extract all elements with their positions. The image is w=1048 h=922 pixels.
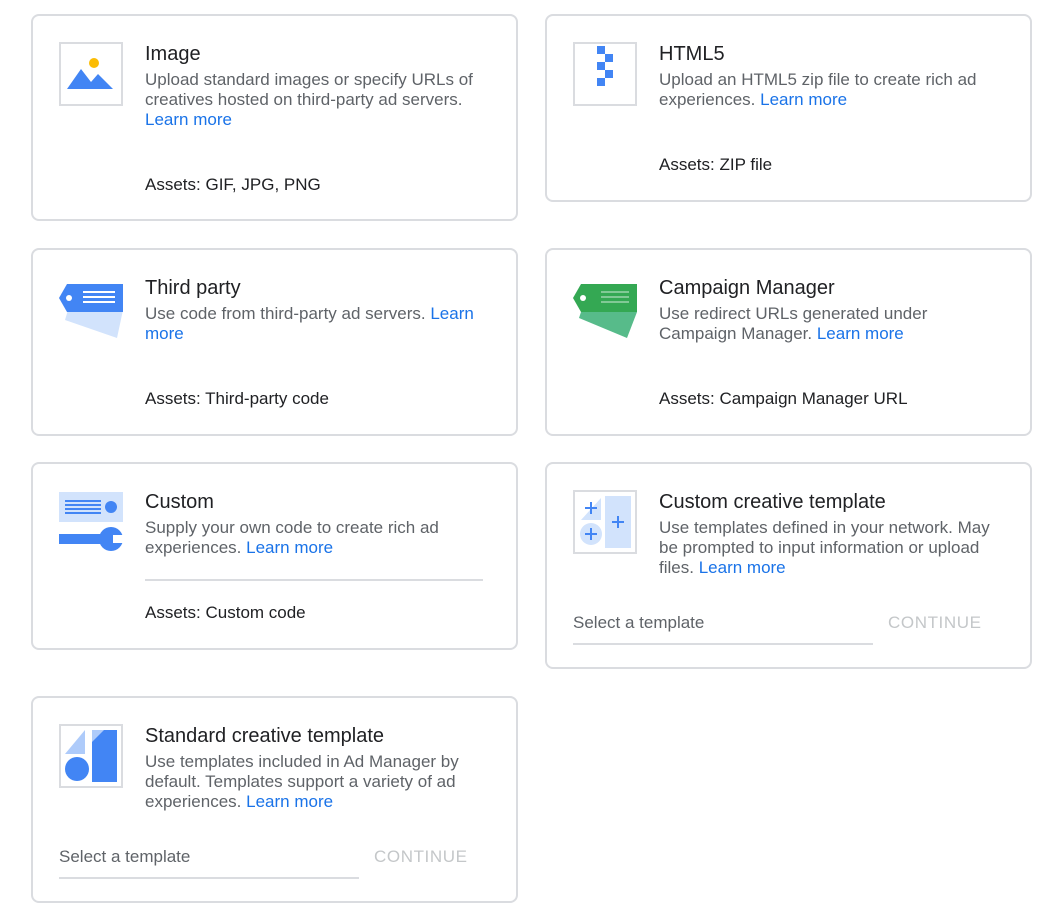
learn-more-link[interactable]: Learn more bbox=[145, 110, 232, 129]
card-assets: Assets: GIF, JPG, PNG bbox=[145, 175, 321, 194]
card-title: Custom bbox=[145, 491, 214, 513]
card-image[interactable]: Image Upload standard images or specify … bbox=[31, 14, 518, 221]
card-title: Standard creative template bbox=[145, 725, 385, 747]
card-assets: Assets: ZIP file bbox=[659, 155, 773, 174]
card-description: Use templates included in Ad Manager by … bbox=[145, 752, 459, 811]
zip-file-icon bbox=[573, 42, 637, 106]
card-description: Upload standard images or specify URLs o… bbox=[145, 70, 473, 129]
shapes-icon bbox=[59, 724, 123, 788]
learn-more-link[interactable]: Learn more bbox=[699, 558, 786, 577]
card-description: Use redirect URLs generated under Campai… bbox=[659, 304, 928, 343]
card-third-party[interactable]: Third party Use code from third-party ad… bbox=[31, 248, 518, 436]
learn-more-link[interactable]: Learn more bbox=[760, 90, 847, 109]
card-description: Upload an HTML5 zip file to create rich … bbox=[659, 70, 977, 109]
card-assets: Assets: Campaign Manager URL bbox=[659, 389, 908, 408]
card-title: HTML5 bbox=[659, 43, 725, 65]
continue-button[interactable]: CONTINUE bbox=[888, 605, 982, 641]
template-select[interactable]: Select a template bbox=[59, 839, 359, 879]
card-description: Supply your own code to create rich ad e… bbox=[145, 518, 439, 557]
card-title: Third party bbox=[145, 277, 241, 299]
card-title: Campaign Manager bbox=[659, 277, 835, 299]
template-select[interactable]: Select a template bbox=[573, 605, 873, 645]
card-title: Custom creative template bbox=[659, 491, 886, 513]
learn-more-link[interactable]: Learn more bbox=[246, 538, 333, 557]
card-custom[interactable]: Custom Supply your own code to create ri… bbox=[31, 462, 518, 650]
card-description: Use code from third-party ad servers. Le… bbox=[145, 304, 474, 343]
divider bbox=[145, 579, 483, 581]
card-description: Use templates defined in your network. M… bbox=[659, 518, 990, 577]
card-html5[interactable]: HTML5 Upload an HTML5 zip file to create… bbox=[545, 14, 1032, 202]
custom-template-icon bbox=[573, 490, 637, 554]
card-custom-creative-template[interactable]: Custom creative template Use templates d… bbox=[545, 462, 1032, 669]
card-campaign-manager[interactable]: Campaign Manager Use redirect URLs gener… bbox=[545, 248, 1032, 436]
wrench-icon bbox=[59, 490, 123, 554]
image-icon bbox=[59, 42, 123, 106]
card-assets: Assets: Custom code bbox=[145, 603, 306, 622]
card-title: Image bbox=[145, 43, 201, 65]
card-standard-creative-template[interactable]: Standard creative template Use templates… bbox=[31, 696, 518, 903]
green-tag-icon bbox=[573, 276, 637, 340]
learn-more-link[interactable]: Learn more bbox=[817, 324, 904, 343]
card-assets: Assets: Third-party code bbox=[145, 389, 329, 408]
learn-more-link[interactable]: Learn more bbox=[246, 792, 333, 811]
continue-button[interactable]: CONTINUE bbox=[374, 839, 468, 875]
tag-icon bbox=[59, 276, 123, 340]
